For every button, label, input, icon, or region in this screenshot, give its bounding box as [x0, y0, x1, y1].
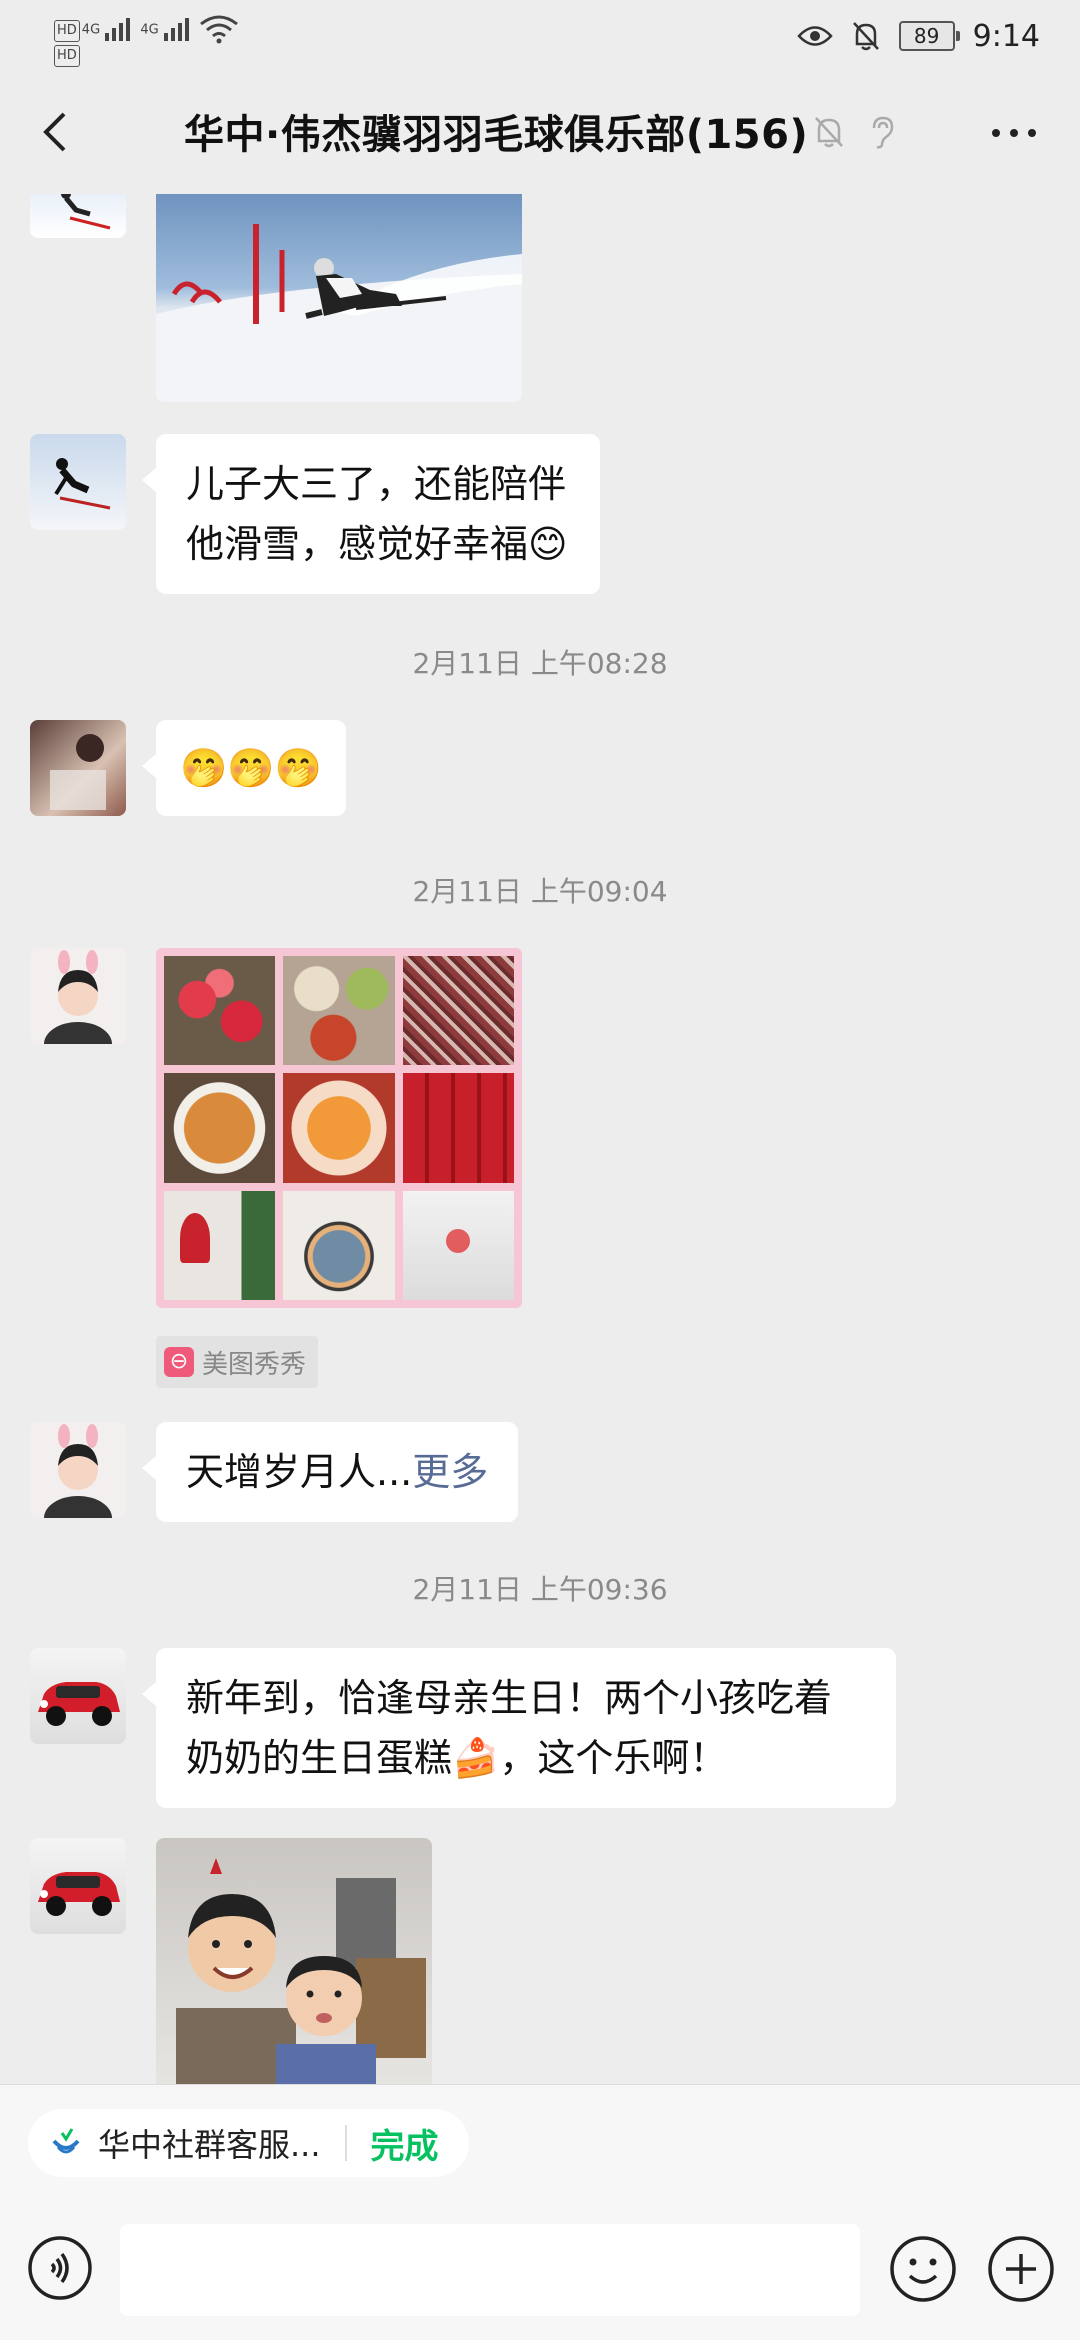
chat-title: 华中·伟杰骥羽羽毛球俱乐部(156)	[184, 112, 809, 158]
input-bar	[0, 2204, 1080, 2340]
status-bar: HD 4G 4G HD 89 9:14	[0, 0, 1080, 72]
avatar[interactable]	[30, 948, 126, 1044]
clock: 9:14	[972, 18, 1040, 54]
more-options-icon[interactable]	[984, 108, 1044, 158]
avatar[interactable]	[30, 720, 126, 816]
avatar[interactable]	[30, 194, 126, 238]
eye-icon	[796, 26, 833, 46]
collage-tile	[283, 1190, 395, 1300]
collage-tile	[283, 956, 395, 1066]
avatar[interactable]	[30, 1838, 126, 1934]
kids-photo[interactable]	[156, 1838, 432, 2084]
message-bubble[interactable]: 天增岁月人...更多	[141, 1422, 519, 1522]
collage-tile	[402, 1190, 514, 1300]
message-text: 天增岁月人...	[186, 1450, 413, 1494]
message-bubble[interactable]: 新年到，恰逢母亲生日！两个小孩吃着奶奶的生日蛋糕🍰，这个乐啊！	[142, 1648, 896, 1808]
timestamp: 2月11日 上午09:04	[412, 875, 668, 908]
expand-more-link[interactable]: 更多	[412, 1450, 488, 1494]
red-car-icon	[38, 1872, 120, 1916]
emoji-icon[interactable]	[888, 2234, 958, 2304]
network-type: 4G	[81, 22, 101, 38]
girl-portrait-icon	[44, 1424, 112, 1518]
skier-icon	[61, 194, 111, 230]
status-right: 89 9:14	[796, 14, 1040, 58]
message-bubble[interactable]: 儿子大三了，还能陪伴他滑雪，感觉好幸福😊	[142, 434, 600, 594]
chat-header: 华中·伟杰骥羽羽毛球俱乐部(156)	[0, 72, 1080, 194]
divider	[344, 2125, 347, 2161]
app-source-tag[interactable]: ⊖ 美图秀秀	[156, 1336, 319, 1388]
network-indicators: HD 4G 4G HD	[54, 14, 239, 67]
avatar[interactable]	[30, 434, 126, 530]
hd-badge: HD	[54, 19, 80, 42]
red-car-icon	[38, 1682, 120, 1726]
plus-icon[interactable]	[986, 2234, 1056, 2304]
collage-tile	[164, 1073, 276, 1183]
network-type: 4G	[140, 22, 159, 38]
mini-program-logo-icon	[52, 2128, 80, 2154]
message-bubble[interactable]: 🤭🤭🤭	[142, 720, 346, 816]
image-collage[interactable]	[156, 948, 522, 1308]
title-status-icons	[812, 114, 896, 150]
collage-tile	[283, 1073, 395, 1183]
back-arrow-icon[interactable]	[28, 102, 88, 162]
collage-tile	[164, 1190, 276, 1300]
hd-badge: HD	[54, 45, 80, 67]
message-list[interactable]: 儿子大三了，还能陪伴他滑雪，感觉好幸福😊 2月11日 上午08:28 🤭🤭🤭 2…	[0, 194, 1080, 2084]
battery-icon: 89	[898, 21, 960, 51]
avatar[interactable]	[30, 1422, 126, 1518]
message-text: 儿子大三了，还能陪伴他滑雪，感觉好幸福😊	[186, 462, 568, 566]
message-text: 新年到，恰逢母亲生日！两个小孩吃着奶奶的生日蛋糕🍰，这个乐啊！	[186, 1676, 833, 1780]
message-text: 🤭🤭🤭	[180, 746, 322, 790]
avatar[interactable]	[30, 1648, 126, 1744]
mini-program-card[interactable]: 华中社群客服... 完成	[28, 2109, 469, 2177]
timestamp: 2月11日 上午09:36	[412, 1573, 668, 1606]
mini-program-name: 华中社群客服...	[98, 2126, 321, 2164]
ski-photo[interactable]	[156, 194, 522, 402]
collage-tile	[402, 1073, 514, 1183]
collage-tile	[402, 956, 514, 1066]
mute-bell-icon	[815, 117, 843, 148]
mini-program-bar: 华中社群客服... 完成	[0, 2084, 1080, 2205]
wifi-icon	[199, 15, 238, 44]
voice-input-icon[interactable]	[26, 2234, 94, 2302]
mute-bell-icon	[852, 22, 879, 51]
signal-icon	[163, 18, 189, 41]
collage-tile	[164, 956, 276, 1066]
done-button[interactable]: 完成	[371, 2119, 439, 2168]
photo-icon	[50, 734, 106, 810]
timestamp: 2月11日 上午08:28	[412, 647, 668, 680]
ear-icon	[872, 116, 894, 149]
signal-icon	[105, 18, 131, 41]
app-source-label: 美图秀秀	[202, 1349, 307, 1380]
girl-portrait-icon	[44, 950, 112, 1044]
skier-icon	[54, 458, 111, 510]
meitu-icon: ⊖	[164, 1347, 194, 1377]
message-input[interactable]	[120, 2224, 860, 2316]
